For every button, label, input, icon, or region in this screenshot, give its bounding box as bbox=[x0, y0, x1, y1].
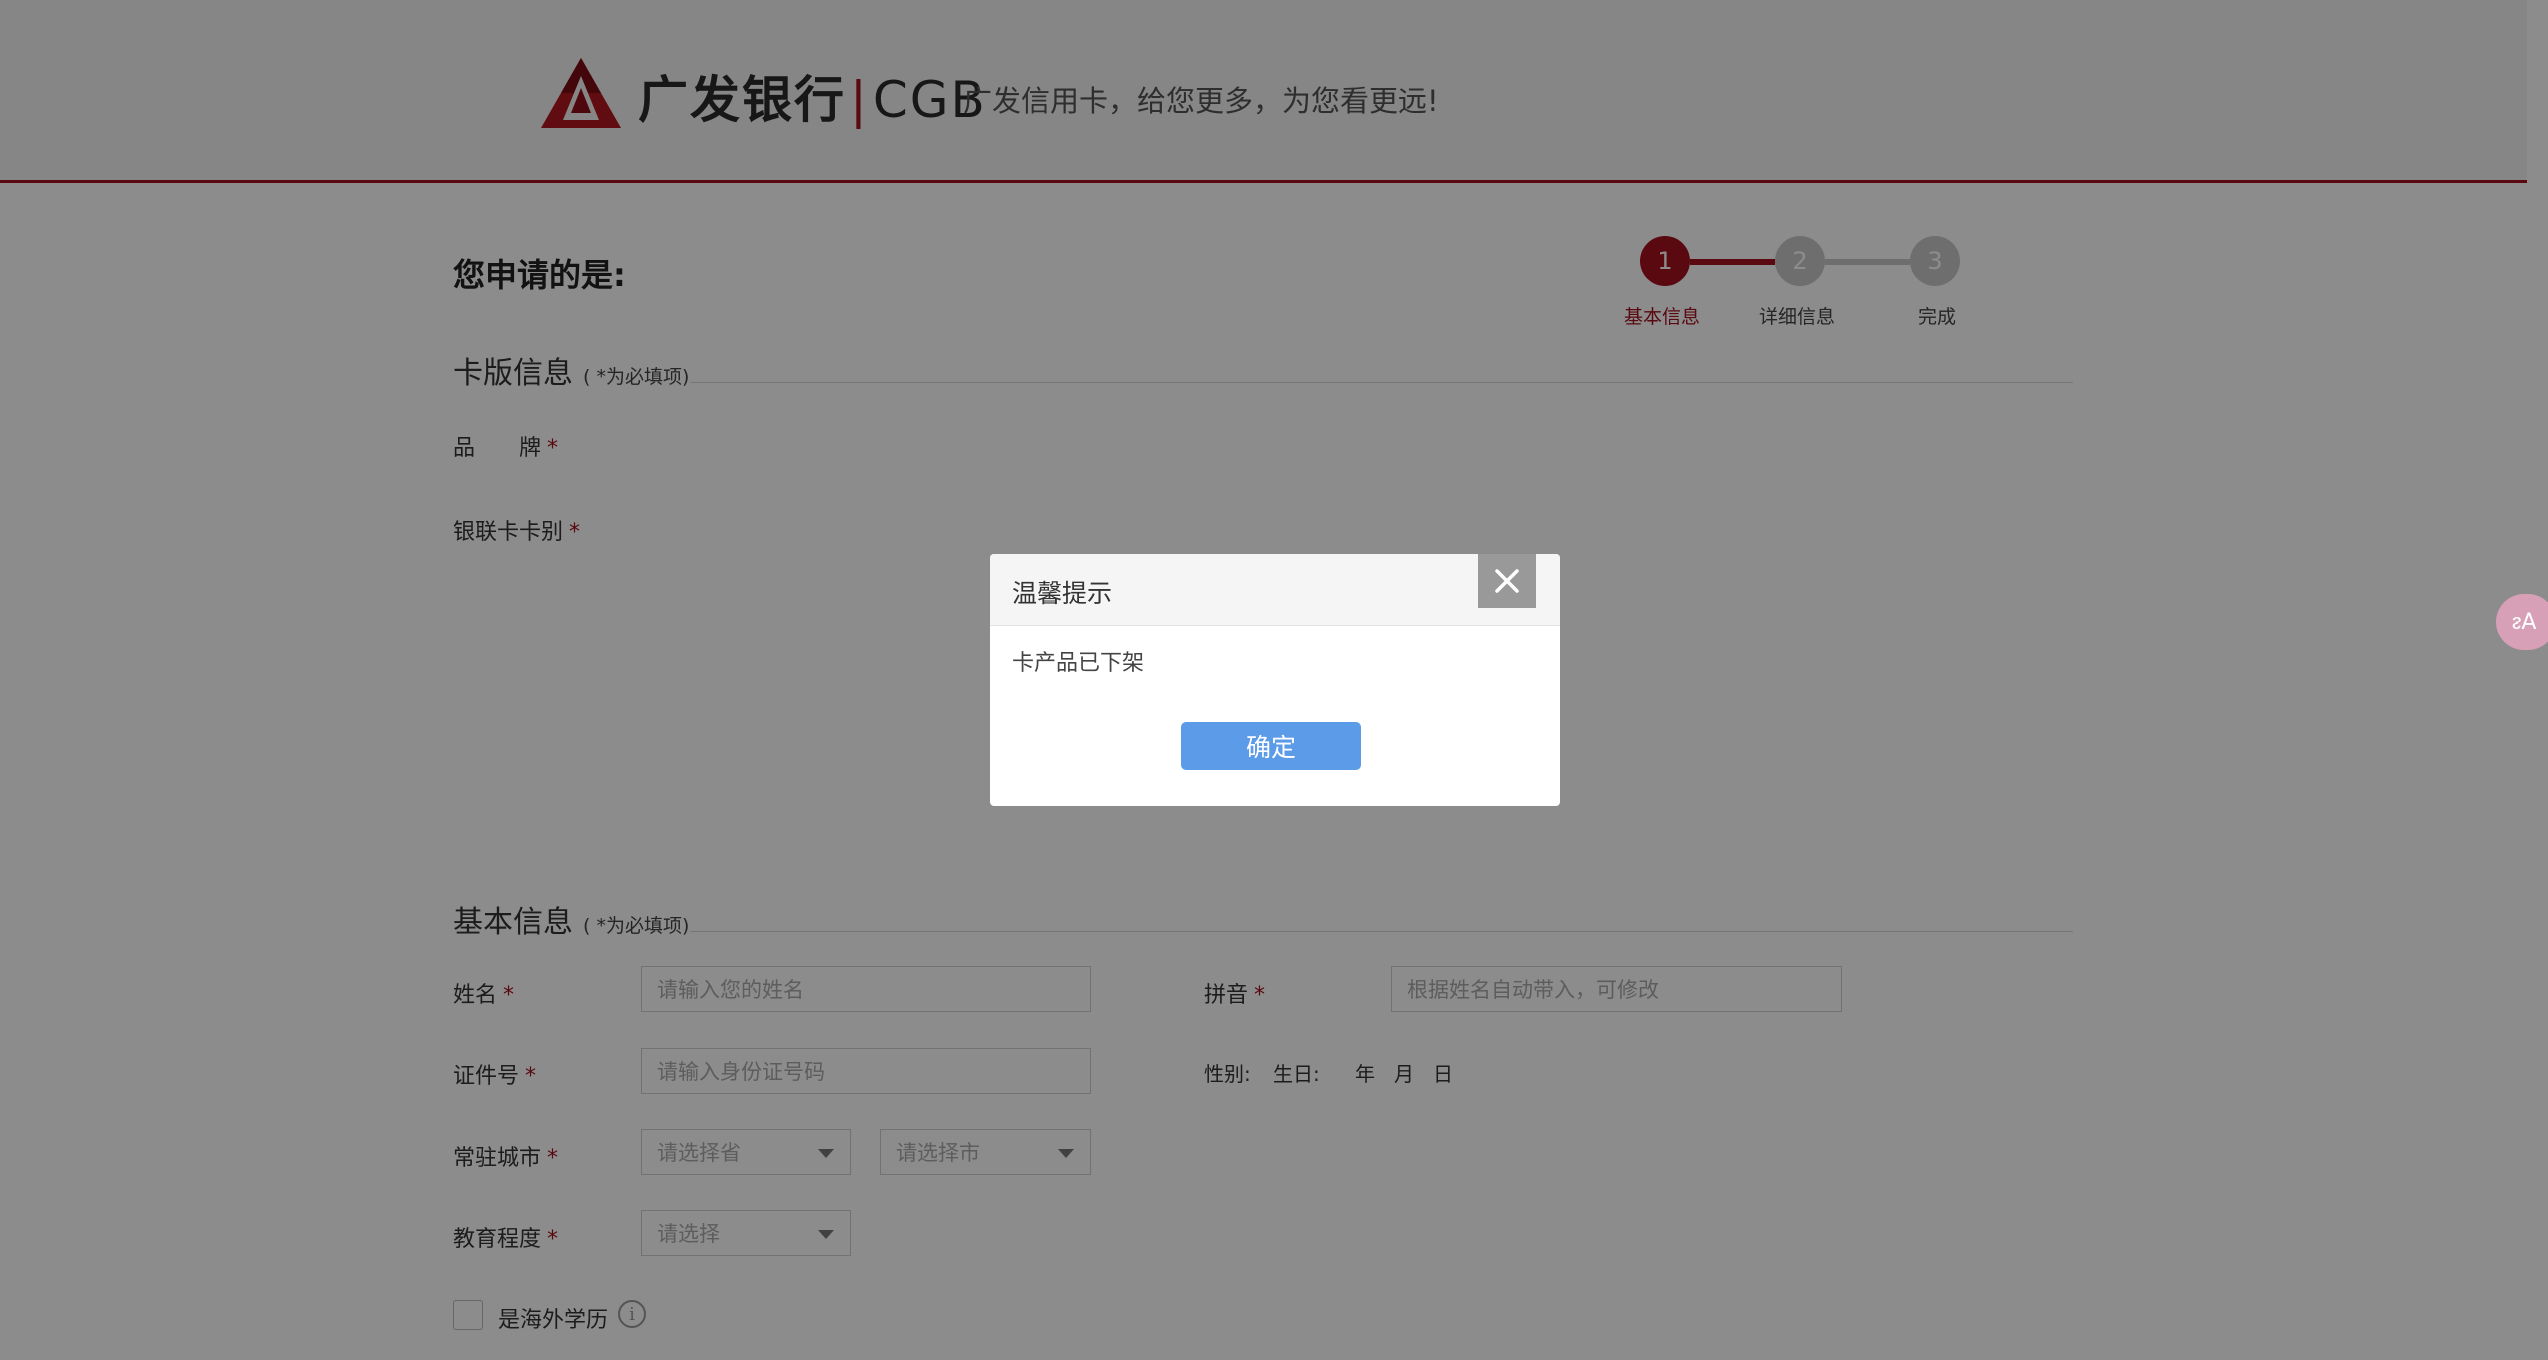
translate-icon[interactable]: ᴤA bbox=[2496, 594, 2548, 650]
close-icon[interactable] bbox=[1478, 554, 1536, 608]
confirm-button[interactable]: 确定 bbox=[1181, 722, 1361, 770]
dialog-title: 温馨提示 bbox=[1012, 579, 1113, 608]
alert-dialog: 温馨提示 卡产品已下架 确定 bbox=[990, 554, 1560, 806]
dialog-header: 温馨提示 bbox=[990, 554, 1560, 626]
dialog-message: 卡产品已下架 bbox=[1012, 651, 1145, 676]
